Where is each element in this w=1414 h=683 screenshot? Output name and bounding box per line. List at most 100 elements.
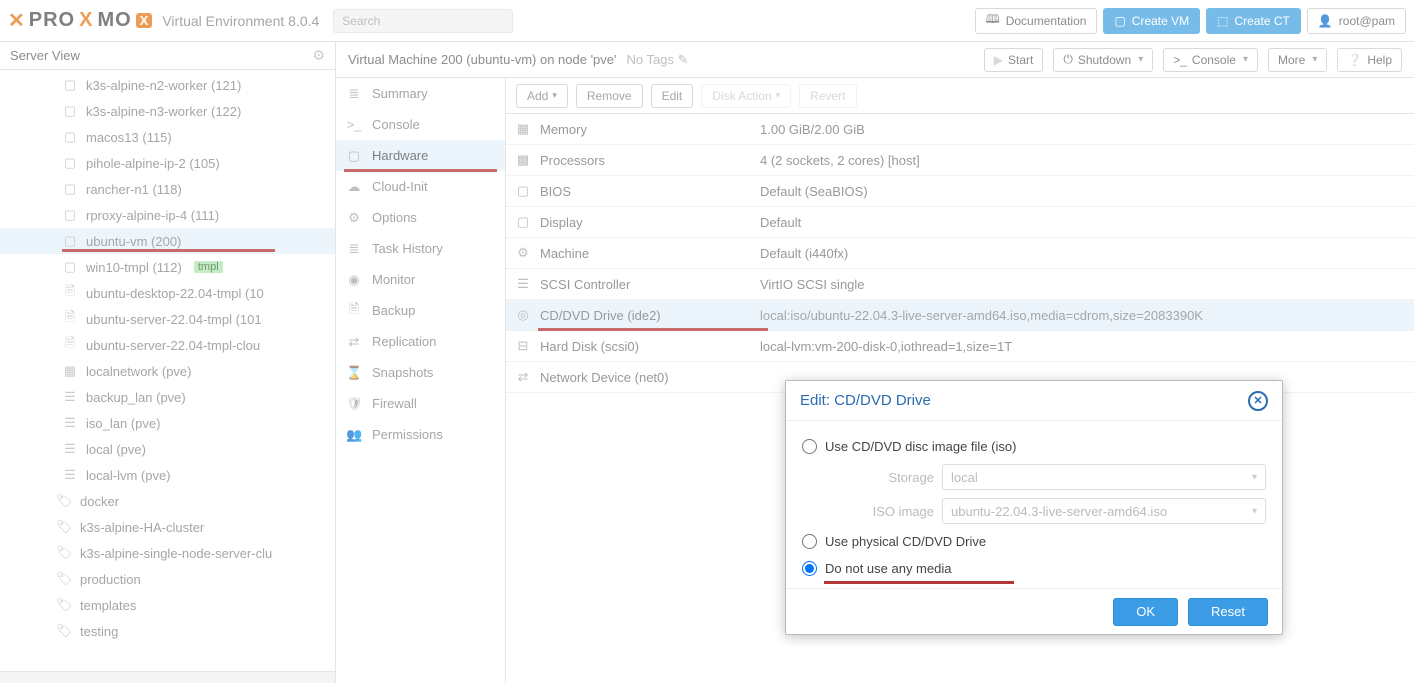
- menu-item-label: Monitor: [372, 272, 415, 287]
- tree-item[interactable]: ☰backup_lan (pve): [0, 384, 335, 410]
- menu-item-firewall[interactable]: 🛡Firewall: [336, 388, 505, 419]
- vm-icon: ☰: [62, 441, 78, 457]
- tree-item[interactable]: ▢rancher-n1 (118): [0, 176, 335, 202]
- iso-image-select[interactable]: ubuntu-22.04.3-live-server-amd64.iso▾: [942, 498, 1266, 524]
- option-no-media-radio[interactable]: Do not use any media: [802, 555, 1266, 582]
- tree-item[interactable]: ▢k3s-alpine-n3-worker (122): [0, 98, 335, 124]
- gear-icon[interactable]: ⚙: [312, 47, 325, 64]
- radio-input[interactable]: [802, 561, 817, 576]
- hardware-row[interactable]: ▢BIOSDefault (SeaBIOS): [506, 176, 1414, 207]
- disk-action-button[interactable]: Disk Action ▾: [701, 84, 791, 108]
- vm-icon: ▢: [62, 233, 78, 249]
- server-view-selector[interactable]: Server View ⚙: [0, 42, 335, 70]
- reset-button[interactable]: Reset: [1188, 598, 1268, 626]
- resource-tree[interactable]: ▢k3s-alpine-n2-worker (121)▢k3s-alpine-n…: [0, 70, 335, 671]
- radio-input[interactable]: [802, 439, 817, 454]
- storage-select[interactable]: local▾: [942, 464, 1266, 490]
- hardware-row[interactable]: ⚙MachineDefault (i440fx): [506, 238, 1414, 269]
- radio-input[interactable]: [802, 534, 817, 549]
- tree-tag-item[interactable]: 🏷templates: [0, 592, 335, 618]
- close-icon[interactable]: ✕: [1248, 391, 1268, 411]
- tree-tag-label: testing: [80, 624, 118, 639]
- tree-item[interactable]: ▢macos13 (115): [0, 124, 335, 150]
- menu-item-monitor[interactable]: ◉Monitor: [336, 264, 505, 295]
- user-menu-button[interactable]: 👤root@pam: [1307, 8, 1406, 34]
- top-header: ✕ PRO X MO X Virtual Environment 8.0.4 S…: [0, 0, 1414, 42]
- no-tags-label[interactable]: No Tags ✎: [627, 52, 689, 68]
- menu-item-replication[interactable]: ⇄Replication: [336, 326, 505, 357]
- tree-item[interactable]: 🗎ubuntu-server-22.04-tmpl-clou: [0, 332, 335, 358]
- ok-button[interactable]: OK: [1113, 598, 1178, 626]
- menu-icon: 🗎: [346, 300, 362, 322]
- hardware-row[interactable]: ▢DisplayDefault: [506, 207, 1414, 238]
- tree-item-label: iso_lan (pve): [86, 416, 160, 431]
- tree-item[interactable]: ▢k3s-alpine-n2-worker (121): [0, 72, 335, 98]
- tree-item[interactable]: ▢ubuntu-vm (200): [0, 228, 335, 254]
- documentation-button[interactable]: 🕮Documentation: [975, 8, 1098, 34]
- tree-item-label: local-lvm (pve): [86, 468, 171, 483]
- tree-item[interactable]: ☰local-lvm (pve): [0, 462, 335, 488]
- tree-tag-item[interactable]: 🏷testing: [0, 618, 335, 644]
- option-no-media-label: Do not use any media: [825, 561, 951, 576]
- vm-icon: ▦: [62, 363, 78, 379]
- menu-item-permissions[interactable]: 👥Permissions: [336, 419, 505, 450]
- remove-button[interactable]: Remove: [576, 84, 643, 108]
- tree-item[interactable]: ☰local (pve): [0, 436, 335, 462]
- menu-item-backup[interactable]: 🗎Backup: [336, 295, 505, 326]
- shutdown-button[interactable]: ⏻Shutdown▾: [1053, 48, 1153, 72]
- hardware-icon: ⊟: [506, 338, 540, 354]
- tree-item[interactable]: ▦localnetwork (pve): [0, 358, 335, 384]
- hardware-value: Default (SeaBIOS): [760, 184, 1414, 199]
- revert-button[interactable]: Revert: [799, 84, 856, 108]
- highlight-underline: [344, 169, 497, 172]
- hardware-row[interactable]: ◎CD/DVD Drive (ide2)local:iso/ubuntu-22.…: [506, 300, 1414, 331]
- option-iso-radio[interactable]: Use CD/DVD disc image file (iso): [802, 433, 1266, 460]
- hardware-icon: ▩: [506, 152, 540, 168]
- create-ct-button[interactable]: ⬚Create CT: [1206, 8, 1301, 34]
- tree-item-label: win10-tmpl (112): [86, 260, 182, 275]
- logo-text-ox: X: [136, 13, 153, 28]
- menu-item-cloud-init[interactable]: ☁Cloud-Init: [336, 171, 505, 202]
- vm-icon: ▢: [62, 129, 78, 145]
- tree-tag-item[interactable]: 🏷k3s-alpine-single-node-server-clu: [0, 540, 335, 566]
- option-physical-radio[interactable]: Use physical CD/DVD Drive: [802, 528, 1266, 555]
- tree-item[interactable]: ▢pihole-alpine-ip-2 (105): [0, 150, 335, 176]
- resource-tree-panel: Server View ⚙ ▢k3s-alpine-n2-worker (121…: [0, 42, 336, 683]
- vm-icon: ▢: [62, 77, 78, 93]
- search-input[interactable]: Search: [333, 9, 513, 33]
- tree-tag-item[interactable]: 🏷k3s-alpine-HA-cluster: [0, 514, 335, 540]
- start-button[interactable]: ▶Start: [984, 48, 1044, 72]
- menu-item-label: Hardware: [372, 148, 428, 163]
- menu-item-summary[interactable]: ≣Summary: [336, 78, 505, 109]
- tree-item[interactable]: ☰iso_lan (pve): [0, 410, 335, 436]
- vm-icon: 🗎: [62, 334, 78, 356]
- hardware-row[interactable]: ▦Memory1.00 GiB/2.00 GiB: [506, 114, 1414, 145]
- tree-item[interactable]: 🗎ubuntu-desktop-22.04-tmpl (10: [0, 280, 335, 306]
- create-vm-button[interactable]: ▢Create VM: [1103, 8, 1200, 34]
- add-button[interactable]: Add ▾: [516, 84, 568, 108]
- help-button[interactable]: ❔Help: [1337, 48, 1402, 72]
- more-button[interactable]: More▾: [1268, 48, 1327, 72]
- tree-tag-item[interactable]: 🏷docker: [0, 488, 335, 514]
- tree-item-label: rproxy-alpine-ip-4 (111): [86, 208, 219, 223]
- tree-item[interactable]: ▢rproxy-alpine-ip-4 (111): [0, 202, 335, 228]
- console-button[interactable]: >_Console▾: [1163, 48, 1258, 72]
- tree-item[interactable]: ▢win10-tmpl (112)tmpl: [0, 254, 335, 280]
- tree-tag-item[interactable]: 🏷production: [0, 566, 335, 592]
- menu-item-hardware[interactable]: ▢Hardware: [336, 140, 505, 171]
- menu-item-console[interactable]: >_Console: [336, 109, 505, 140]
- hardware-row[interactable]: ▩Processors4 (2 sockets, 2 cores) [host]: [506, 145, 1414, 176]
- option-physical-label: Use physical CD/DVD Drive: [825, 534, 986, 549]
- menu-item-snapshots[interactable]: ⌛Snapshots: [336, 357, 505, 388]
- tree-item[interactable]: 🗎ubuntu-server-22.04-tmpl (101: [0, 306, 335, 332]
- tree-scrollbar[interactable]: [0, 671, 335, 683]
- tree-item-label: rancher-n1 (118): [86, 182, 182, 197]
- menu-icon: ⌛: [346, 365, 362, 381]
- menu-item-options[interactable]: ⚙Options: [336, 202, 505, 233]
- option-iso-label: Use CD/DVD disc image file (iso): [825, 439, 1016, 454]
- edit-button[interactable]: Edit: [651, 84, 694, 108]
- menu-item-task-history[interactable]: ≣Task History: [336, 233, 505, 264]
- tree-item-label: ubuntu-desktop-22.04-tmpl (10: [86, 286, 264, 301]
- hardware-row[interactable]: ☰SCSI ControllerVirtIO SCSI single: [506, 269, 1414, 300]
- hardware-row[interactable]: ⊟Hard Disk (scsi0)local-lvm:vm-200-disk-…: [506, 331, 1414, 362]
